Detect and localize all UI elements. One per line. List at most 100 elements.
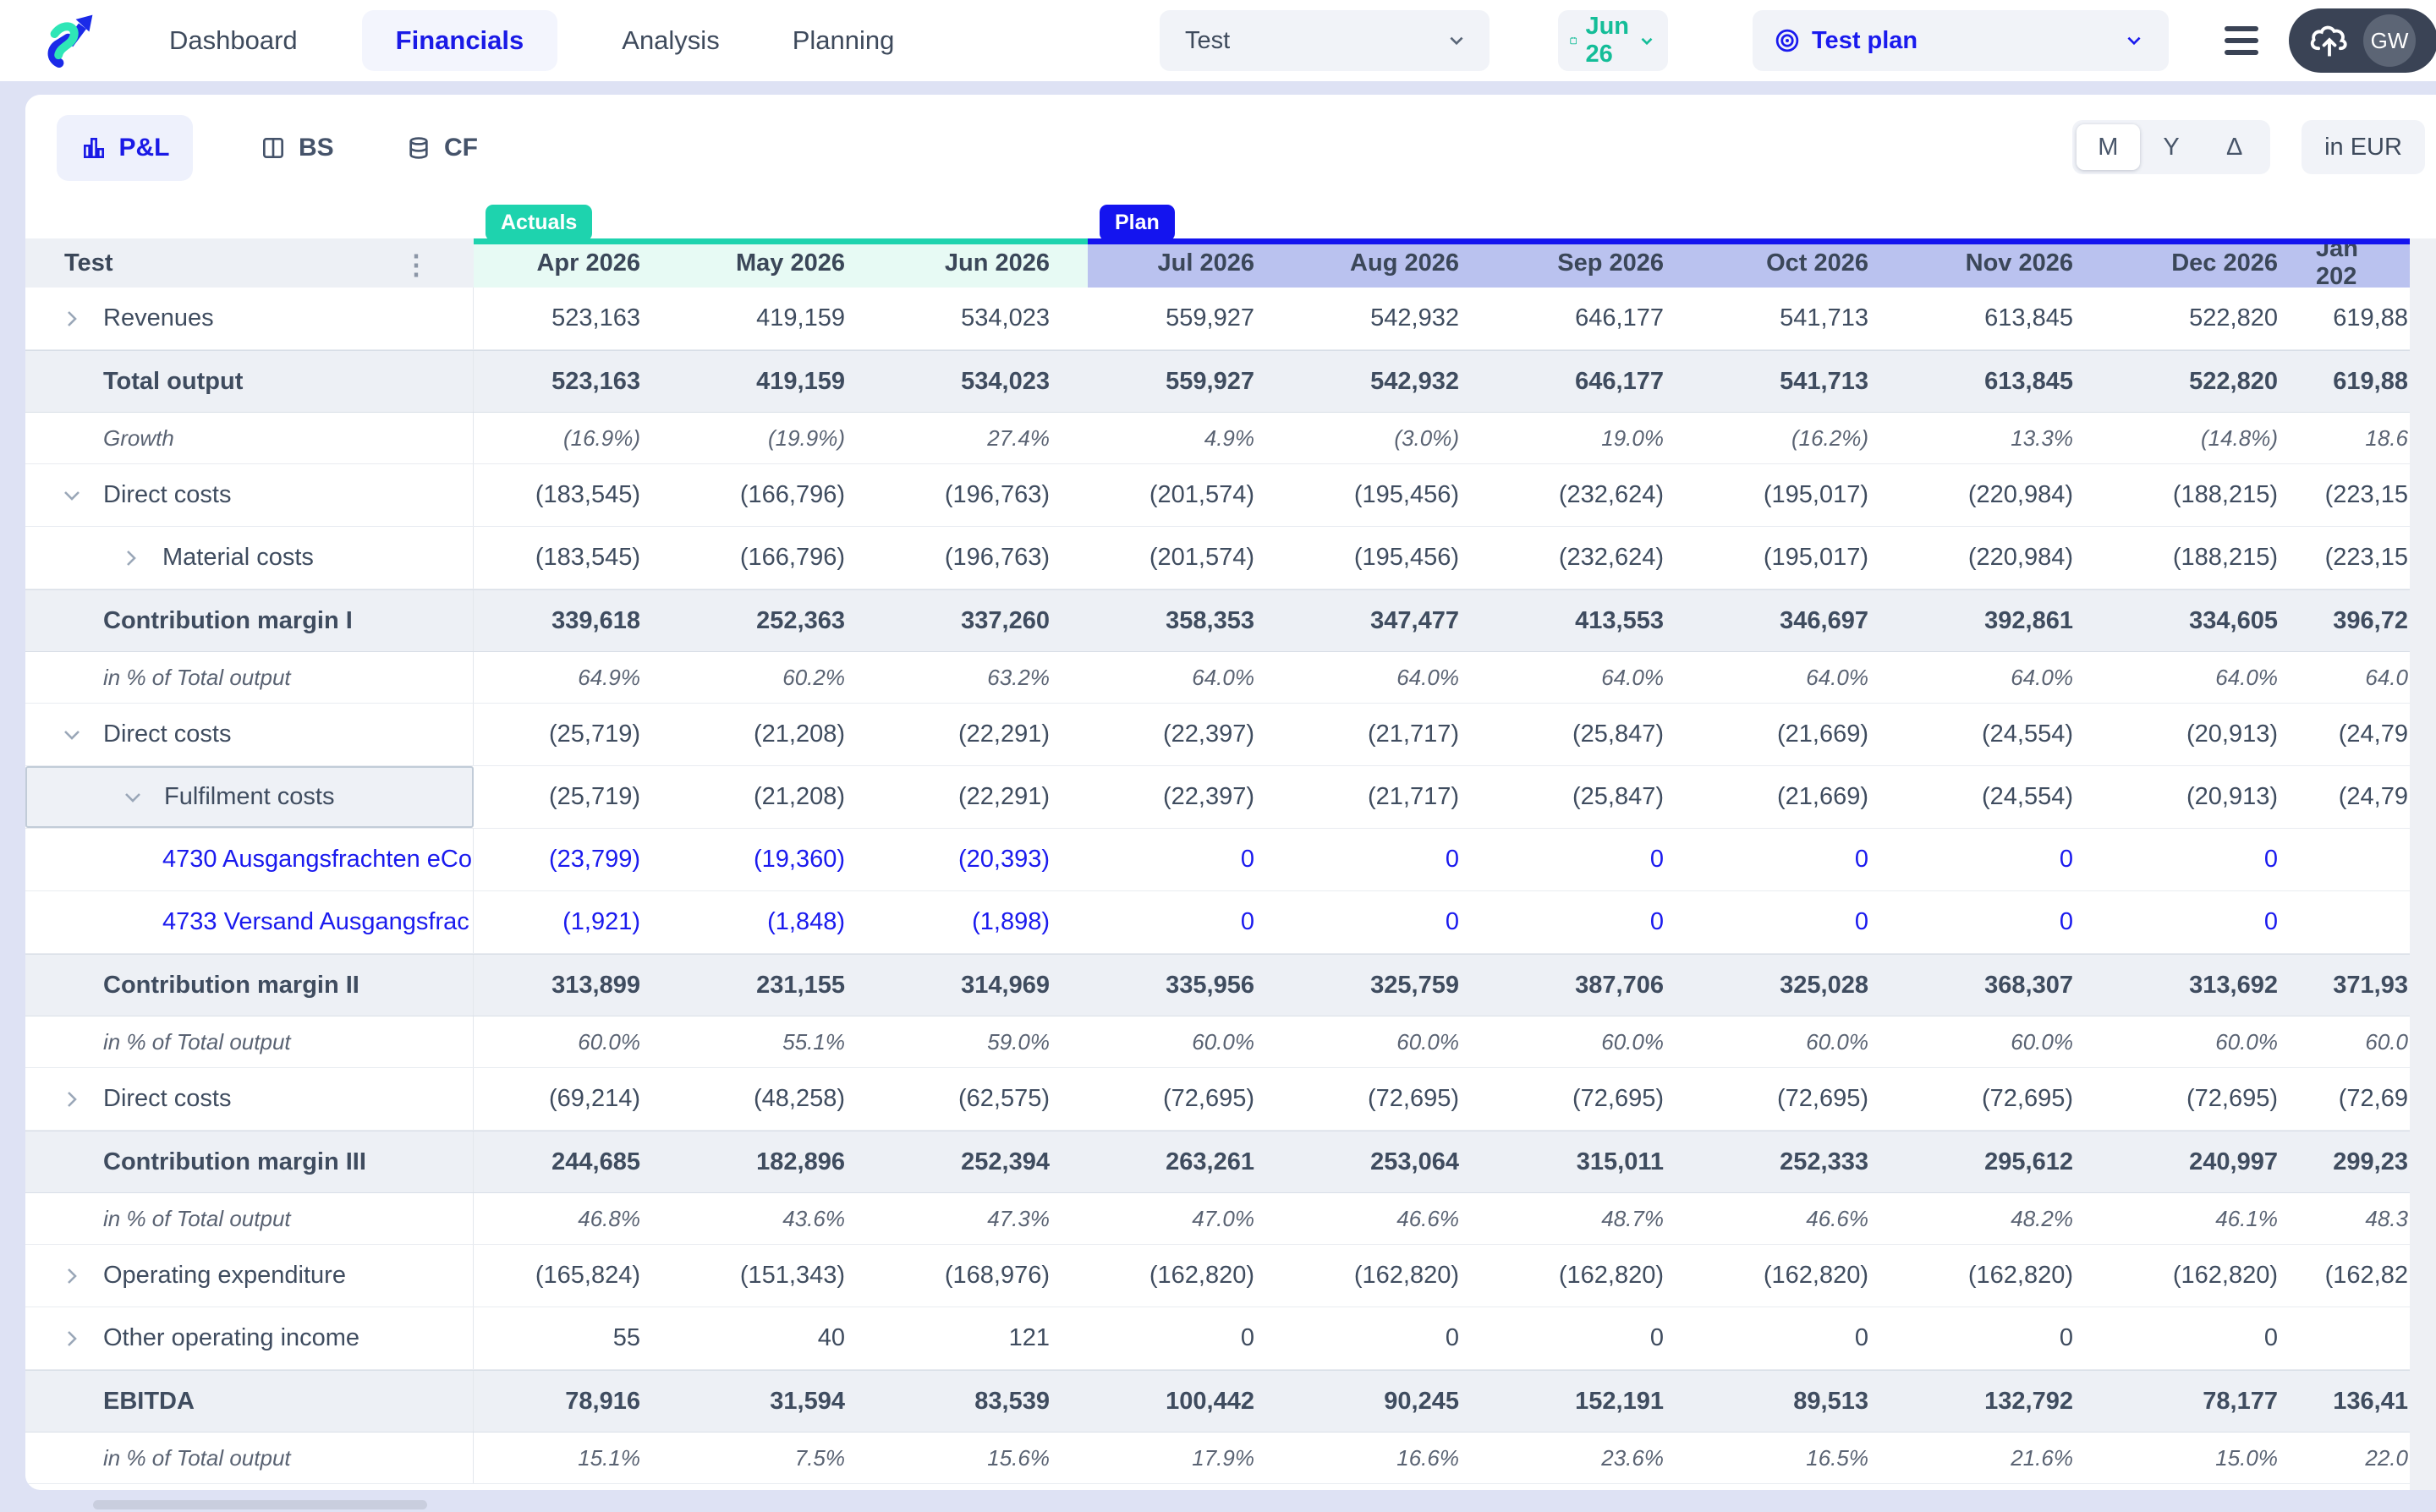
- value-cell[interactable]: 90,245: [1292, 1371, 1497, 1432]
- plan-select[interactable]: Test plan: [1753, 10, 2169, 71]
- chevron-down-icon[interactable]: [61, 485, 83, 507]
- value-cell[interactable]: 396,72: [2316, 590, 2410, 651]
- row-label[interactable]: Contribution margin III: [25, 1131, 474, 1192]
- value-cell[interactable]: 419,159: [678, 351, 883, 412]
- chevron-right-icon[interactable]: [120, 547, 142, 569]
- row-label[interactable]: EBITDA: [25, 1371, 474, 1432]
- value-cell[interactable]: (1,848): [678, 891, 883, 953]
- value-cell[interactable]: (25,847): [1497, 766, 1702, 828]
- column-header[interactable]: Oct 2026: [1702, 238, 1907, 288]
- value-cell[interactable]: (162,82: [2316, 1245, 2410, 1307]
- user-pill[interactable]: GW: [2289, 8, 2436, 73]
- value-cell[interactable]: 534,023: [883, 351, 1088, 412]
- value-cell[interactable]: 263,261: [1088, 1131, 1292, 1192]
- value-cell[interactable]: 0: [1702, 829, 1907, 890]
- column-header[interactable]: Jun 2026: [883, 238, 1088, 288]
- value-cell[interactable]: [2316, 829, 2410, 890]
- value-cell[interactable]: (21,208): [678, 704, 883, 765]
- row-label[interactable]: Direct costs: [25, 704, 474, 765]
- value-cell[interactable]: (21,208): [678, 766, 883, 828]
- nav-item-financials[interactable]: Financials: [361, 10, 558, 71]
- tab-cf[interactable]: CF: [405, 115, 478, 181]
- value-cell[interactable]: 413,553: [1497, 590, 1702, 651]
- value-cell[interactable]: 252,363: [678, 590, 883, 651]
- chevron-right-icon[interactable]: [61, 1088, 83, 1110]
- value-cell[interactable]: (166,796): [678, 464, 883, 526]
- value-cell[interactable]: (165,824): [474, 1245, 678, 1307]
- value-cell[interactable]: 55: [474, 1307, 678, 1369]
- value-cell[interactable]: (23,799): [474, 829, 678, 890]
- value-cell[interactable]: (162,820): [1292, 1245, 1497, 1307]
- value-cell[interactable]: 387,706: [1497, 955, 1702, 1016]
- value-cell[interactable]: 295,612: [1907, 1131, 2111, 1192]
- value-cell[interactable]: [2316, 1307, 2410, 1369]
- row-label[interactable]: 4733 Versand Ausgangsfrac: [25, 891, 474, 953]
- value-cell[interactable]: 182,896: [678, 1131, 883, 1192]
- value-cell[interactable]: 0: [1088, 829, 1292, 890]
- value-cell[interactable]: (25,719): [474, 704, 678, 765]
- column-header[interactable]: Apr 2026: [474, 238, 678, 288]
- period-option-year[interactable]: Y: [2140, 124, 2203, 170]
- row-label[interactable]: Operating expenditure: [25, 1245, 474, 1307]
- value-cell[interactable]: (201,574): [1088, 464, 1292, 526]
- value-cell[interactable]: 0: [1907, 1307, 2111, 1369]
- value-cell[interactable]: 315,011: [1497, 1131, 1702, 1192]
- value-cell[interactable]: (188,215): [2111, 527, 2316, 589]
- date-select[interactable]: Jun 26: [1558, 10, 1668, 71]
- value-cell[interactable]: (162,820): [1088, 1245, 1292, 1307]
- value-cell[interactable]: (72,695): [1907, 1068, 2111, 1130]
- app-logo[interactable]: [42, 12, 98, 69]
- value-cell[interactable]: (220,984): [1907, 464, 2111, 526]
- value-cell[interactable]: (223,15: [2316, 464, 2410, 526]
- column-header[interactable]: Jul 2026: [1088, 238, 1292, 288]
- value-cell[interactable]: (69,214): [474, 1068, 678, 1130]
- value-cell[interactable]: 541,713: [1702, 288, 1907, 349]
- value-cell[interactable]: (195,456): [1292, 527, 1497, 589]
- value-cell[interactable]: 335,956: [1088, 955, 1292, 1016]
- row-label[interactable]: Other operating income: [25, 1307, 474, 1369]
- value-cell[interactable]: (25,847): [1497, 704, 1702, 765]
- value-cell[interactable]: (21,717): [1292, 704, 1497, 765]
- value-cell[interactable]: (24,79: [2316, 704, 2410, 765]
- value-cell[interactable]: 0: [1907, 829, 2111, 890]
- value-cell[interactable]: (72,695): [1088, 1068, 1292, 1130]
- value-cell[interactable]: (20,913): [2111, 766, 2316, 828]
- value-cell[interactable]: (72,695): [2111, 1068, 2316, 1130]
- value-cell[interactable]: (162,820): [1702, 1245, 1907, 1307]
- value-cell[interactable]: 619,88: [2316, 351, 2410, 412]
- row-label[interactable]: Total output: [25, 351, 474, 412]
- value-cell[interactable]: (195,456): [1292, 464, 1497, 526]
- value-cell[interactable]: 0: [1497, 891, 1702, 953]
- value-cell[interactable]: 371,93: [2316, 955, 2410, 1016]
- vertical-scrollbar[interactable]: [2410, 238, 2436, 1490]
- value-cell[interactable]: 522,820: [2111, 351, 2316, 412]
- column-header[interactable]: Dec 2026: [2111, 238, 2316, 288]
- value-cell[interactable]: 523,163: [474, 351, 678, 412]
- value-cell[interactable]: 31,594: [678, 1371, 883, 1432]
- value-cell[interactable]: (196,763): [883, 464, 1088, 526]
- value-cell[interactable]: (19,360): [678, 829, 883, 890]
- menu-icon[interactable]: [2225, 26, 2258, 55]
- value-cell[interactable]: (168,976): [883, 1245, 1088, 1307]
- column-header[interactable]: May 2026: [678, 238, 883, 288]
- value-cell[interactable]: (166,796): [678, 527, 883, 589]
- value-cell[interactable]: (232,624): [1497, 527, 1702, 589]
- value-cell[interactable]: (151,343): [678, 1245, 883, 1307]
- value-cell[interactable]: 523,163: [474, 288, 678, 349]
- value-cell[interactable]: 0: [1497, 1307, 1702, 1369]
- value-cell[interactable]: 78,916: [474, 1371, 678, 1432]
- value-cell[interactable]: (72,695): [1702, 1068, 1907, 1130]
- value-cell[interactable]: (72,695): [1292, 1068, 1497, 1130]
- value-cell[interactable]: 0: [1088, 1307, 1292, 1369]
- avatar[interactable]: GW: [2363, 14, 2416, 67]
- row-label[interactable]: Direct costs: [25, 1068, 474, 1130]
- value-cell[interactable]: 0: [1292, 891, 1497, 953]
- chevron-down-icon[interactable]: [61, 724, 83, 746]
- value-cell[interactable]: (20,393): [883, 829, 1088, 890]
- value-cell[interactable]: (223,15: [2316, 527, 2410, 589]
- value-cell[interactable]: 339,618: [474, 590, 678, 651]
- value-cell[interactable]: (1,898): [883, 891, 1088, 953]
- value-cell[interactable]: (195,017): [1702, 527, 1907, 589]
- value-cell[interactable]: 252,333: [1702, 1131, 1907, 1192]
- row-label[interactable]: 4730 Ausgangsfrachten eCo: [25, 829, 474, 890]
